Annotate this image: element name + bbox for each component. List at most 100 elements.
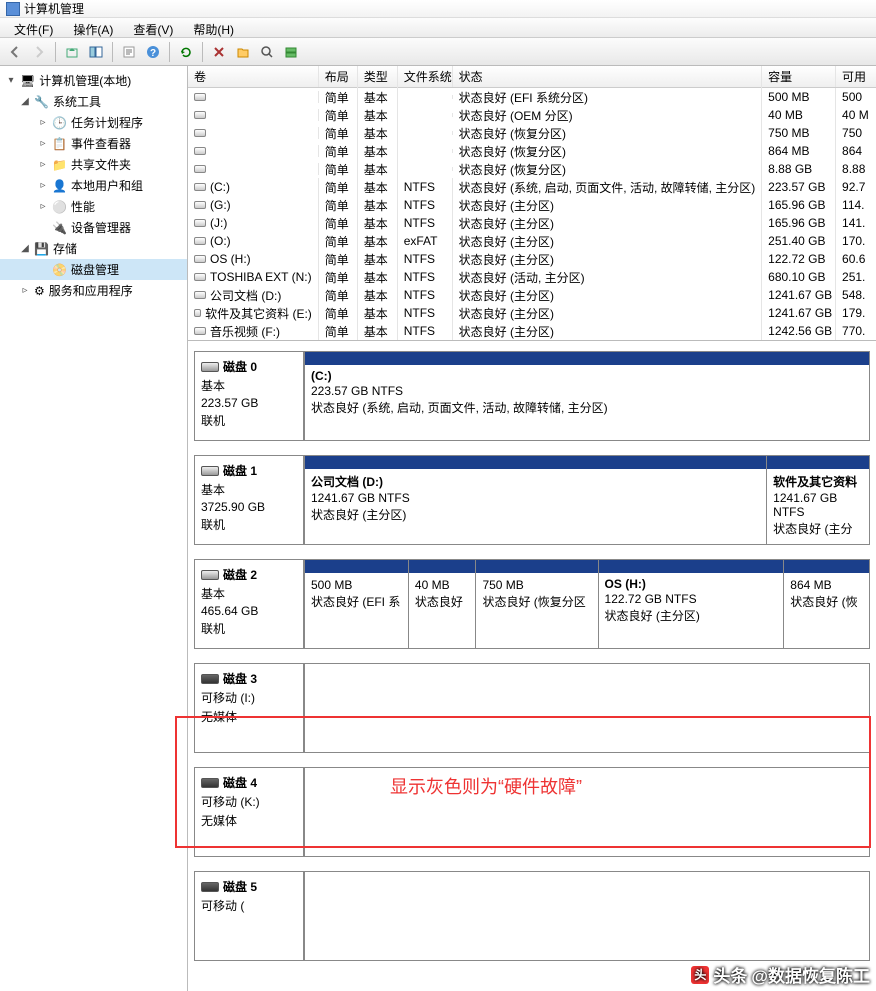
help-icon-button[interactable]: ? <box>142 41 164 63</box>
volume-row[interactable]: 简单基本状态良好 (EFI 系统分区)500 MB500 <box>188 88 876 106</box>
volume-name: TOSHIBA EXT (N:) <box>210 270 312 284</box>
partition[interactable]: 40 MB状态良好 <box>409 559 477 649</box>
tree-event-viewer[interactable]: ▹📋 事件查看器 <box>0 133 187 154</box>
disk-row[interactable]: 磁盘 2基本465.64 GB联机500 MB状态良好 (EFI 系40 MB状… <box>194 559 870 649</box>
tree-shared-folders[interactable]: ▹📁 共享文件夹 <box>0 154 187 175</box>
volume-row[interactable]: 简单基本状态良好 (恢复分区)8.88 GB8.88 <box>188 160 876 178</box>
volume-fs: NTFS <box>398 178 453 196</box>
disk-icon <box>201 674 219 684</box>
disk-type: 基本 <box>201 585 297 602</box>
disk-type: 可移动 ( <box>201 897 297 914</box>
disk-label[interactable]: 磁盘 5可移动 ( <box>194 871 304 961</box>
delete-button[interactable] <box>208 41 230 63</box>
disk-partitions: 公司文档 (D:)1241.67 GB NTFS状态良好 (主分区)软件及其它资… <box>304 455 870 545</box>
partition-status: 状态良好 (恢 <box>790 593 863 610</box>
col-available[interactable]: 可用 <box>836 66 876 87</box>
volume-fs: NTFS <box>398 268 453 286</box>
watermark: 头 头条 @数据恢复陈工 <box>691 962 870 987</box>
disk-row[interactable]: 磁盘 5可移动 ( <box>194 871 870 961</box>
nav-tree[interactable]: ▾🖥 计算机管理(本地) ◢🔧 系统工具 ▹🕒 任务计划程序 ▹📋 事件查看器 … <box>0 66 188 991</box>
col-capacity[interactable]: 容量 <box>762 66 836 87</box>
volume-fs: NTFS <box>398 322 453 340</box>
volume-row[interactable]: OS (H:)简单基本NTFS状态良好 (主分区)122.72 GB60.6 <box>188 250 876 268</box>
volume-type: 基本 <box>358 321 398 342</box>
partition-stripe <box>305 456 766 469</box>
volume-layout: 简单 <box>319 321 358 342</box>
tree-local-users[interactable]: ▹👤 本地用户和组 <box>0 175 187 196</box>
volume-row[interactable]: 简单基本状态良好 (恢复分区)750 MB750 <box>188 124 876 142</box>
disk-row[interactable]: 磁盘 0基本223.57 GB联机(C:)223.57 GB NTFS状态良好 … <box>194 351 870 441</box>
volume-row[interactable]: 软件及其它资料 (E:)简单基本NTFS状态良好 (主分区)1241.67 GB… <box>188 304 876 322</box>
volume-capacity: 122.72 GB <box>762 250 836 268</box>
volume-available: 141. <box>836 214 876 232</box>
menu-view[interactable]: 查看(V) <box>125 20 181 35</box>
volume-row[interactable]: 简单基本状态良好 (OEM 分区)40 MB40 M <box>188 106 876 124</box>
partition-stripe <box>476 560 597 573</box>
tree-task-scheduler[interactable]: ▹🕒 任务计划程序 <box>0 112 187 133</box>
volume-row[interactable]: (C:)简单基本NTFS状态良好 (系统, 启动, 页面文件, 活动, 故障转储… <box>188 178 876 196</box>
forward-button[interactable] <box>28 41 50 63</box>
up-button[interactable] <box>61 41 83 63</box>
partition[interactable]: 500 MB状态良好 (EFI 系 <box>304 559 409 649</box>
partition[interactable]: 864 MB状态良好 (恢 <box>784 559 870 649</box>
volume-capacity: 500 MB <box>762 88 836 106</box>
col-status[interactable]: 状态 <box>453 66 763 87</box>
col-fs[interactable]: 文件系统 <box>398 66 453 87</box>
partition[interactable]: 公司文档 (D:)1241.67 GB NTFS状态良好 (主分区) <box>304 455 767 545</box>
volume-header[interactable]: 卷 布局 类型 文件系统 状态 容量 可用 <box>188 66 876 88</box>
disk-label[interactable]: 磁盘 1基本3725.90 GB联机 <box>194 455 304 545</box>
volume-row[interactable]: 简单基本状态良好 (恢复分区)864 MB864 <box>188 142 876 160</box>
tree-system-tools[interactable]: ◢🔧 系统工具 <box>0 91 187 112</box>
volume-fs <box>398 131 453 135</box>
disk-name: 磁盘 3 <box>223 670 257 687</box>
volume-row[interactable]: 音乐视频 (F:)简单基本NTFS状态良好 (主分区)1242.56 GB770… <box>188 322 876 340</box>
col-layout[interactable]: 布局 <box>319 66 358 87</box>
partition[interactable]: 750 MB状态良好 (恢复分区 <box>476 559 598 649</box>
volume-name: (J:) <box>210 216 227 230</box>
partition-info: 122.72 GB NTFS <box>605 592 778 606</box>
open-button[interactable] <box>232 41 254 63</box>
partition[interactable] <box>304 871 870 961</box>
volume-icon <box>194 165 206 173</box>
menubar: 文件(F) 操作(A) 查看(V) 帮助(H) <box>0 18 876 38</box>
disk-row[interactable]: 磁盘 1基本3725.90 GB联机公司文档 (D:)1241.67 GB NT… <box>194 455 870 545</box>
col-volume[interactable]: 卷 <box>188 66 319 87</box>
menu-help[interactable]: 帮助(H) <box>185 20 242 35</box>
partition[interactable]: 软件及其它资料1241.67 GB NTFS状态良好 (主分 <box>767 455 870 545</box>
tree-storage[interactable]: ◢💾 存储 <box>0 238 187 259</box>
menu-file[interactable]: 文件(F) <box>6 20 61 35</box>
app-icon <box>6 2 20 16</box>
tree-device-manager[interactable]: 🔌 设备管理器 <box>0 217 187 238</box>
menu-action[interactable]: 操作(A) <box>65 20 121 35</box>
volume-fs <box>398 149 453 153</box>
partition-stripe <box>305 352 869 365</box>
tree-disk-management[interactable]: 📀 磁盘管理 <box>0 259 187 280</box>
disk-label[interactable]: 磁盘 0基本223.57 GB联机 <box>194 351 304 441</box>
volume-available: 40 M <box>836 106 876 124</box>
tree-performance[interactable]: ▹⚪ 性能 <box>0 196 187 217</box>
disk-label[interactable]: 磁盘 2基本465.64 GB联机 <box>194 559 304 649</box>
volume-row[interactable]: TOSHIBA EXT (N:)简单基本NTFS状态良好 (活动, 主分区)68… <box>188 268 876 286</box>
volume-capacity: 750 MB <box>762 124 836 142</box>
partition-info: 750 MB <box>482 578 591 592</box>
volume-fs: NTFS <box>398 304 453 322</box>
volume-row[interactable]: 公司文档 (D:)简单基本NTFS状态良好 (主分区)1241.67 GB548… <box>188 286 876 304</box>
volume-available: 92.7 <box>836 178 876 196</box>
properties-button[interactable] <box>118 41 140 63</box>
refresh-button[interactable] <box>175 41 197 63</box>
volume-name: (O:) <box>210 234 231 248</box>
volume-row[interactable]: (J:)简单基本NTFS状态良好 (主分区)165.96 GB141. <box>188 214 876 232</box>
show-hide-tree-button[interactable] <box>85 41 107 63</box>
find-button[interactable] <box>256 41 278 63</box>
partition[interactable]: OS (H:)122.72 GB NTFS状态良好 (主分区) <box>599 559 785 649</box>
manage-button[interactable] <box>280 41 302 63</box>
watermark-text: @数据恢复陈工 <box>751 962 870 987</box>
back-button[interactable] <box>4 41 26 63</box>
col-type[interactable]: 类型 <box>358 66 398 87</box>
tree-services-apps[interactable]: ▹⚙ 服务和应用程序 <box>0 280 187 301</box>
tree-root[interactable]: ▾🖥 计算机管理(本地) <box>0 70 187 91</box>
volume-row[interactable]: (O:)简单基本exFAT状态良好 (主分区)251.40 GB170. <box>188 232 876 250</box>
partition[interactable]: (C:)223.57 GB NTFS状态良好 (系统, 启动, 页面文件, 活动… <box>304 351 870 441</box>
disk-size: 3725.90 GB <box>201 500 297 514</box>
volume-row[interactable]: (G:)简单基本NTFS状态良好 (主分区)165.96 GB114. <box>188 196 876 214</box>
